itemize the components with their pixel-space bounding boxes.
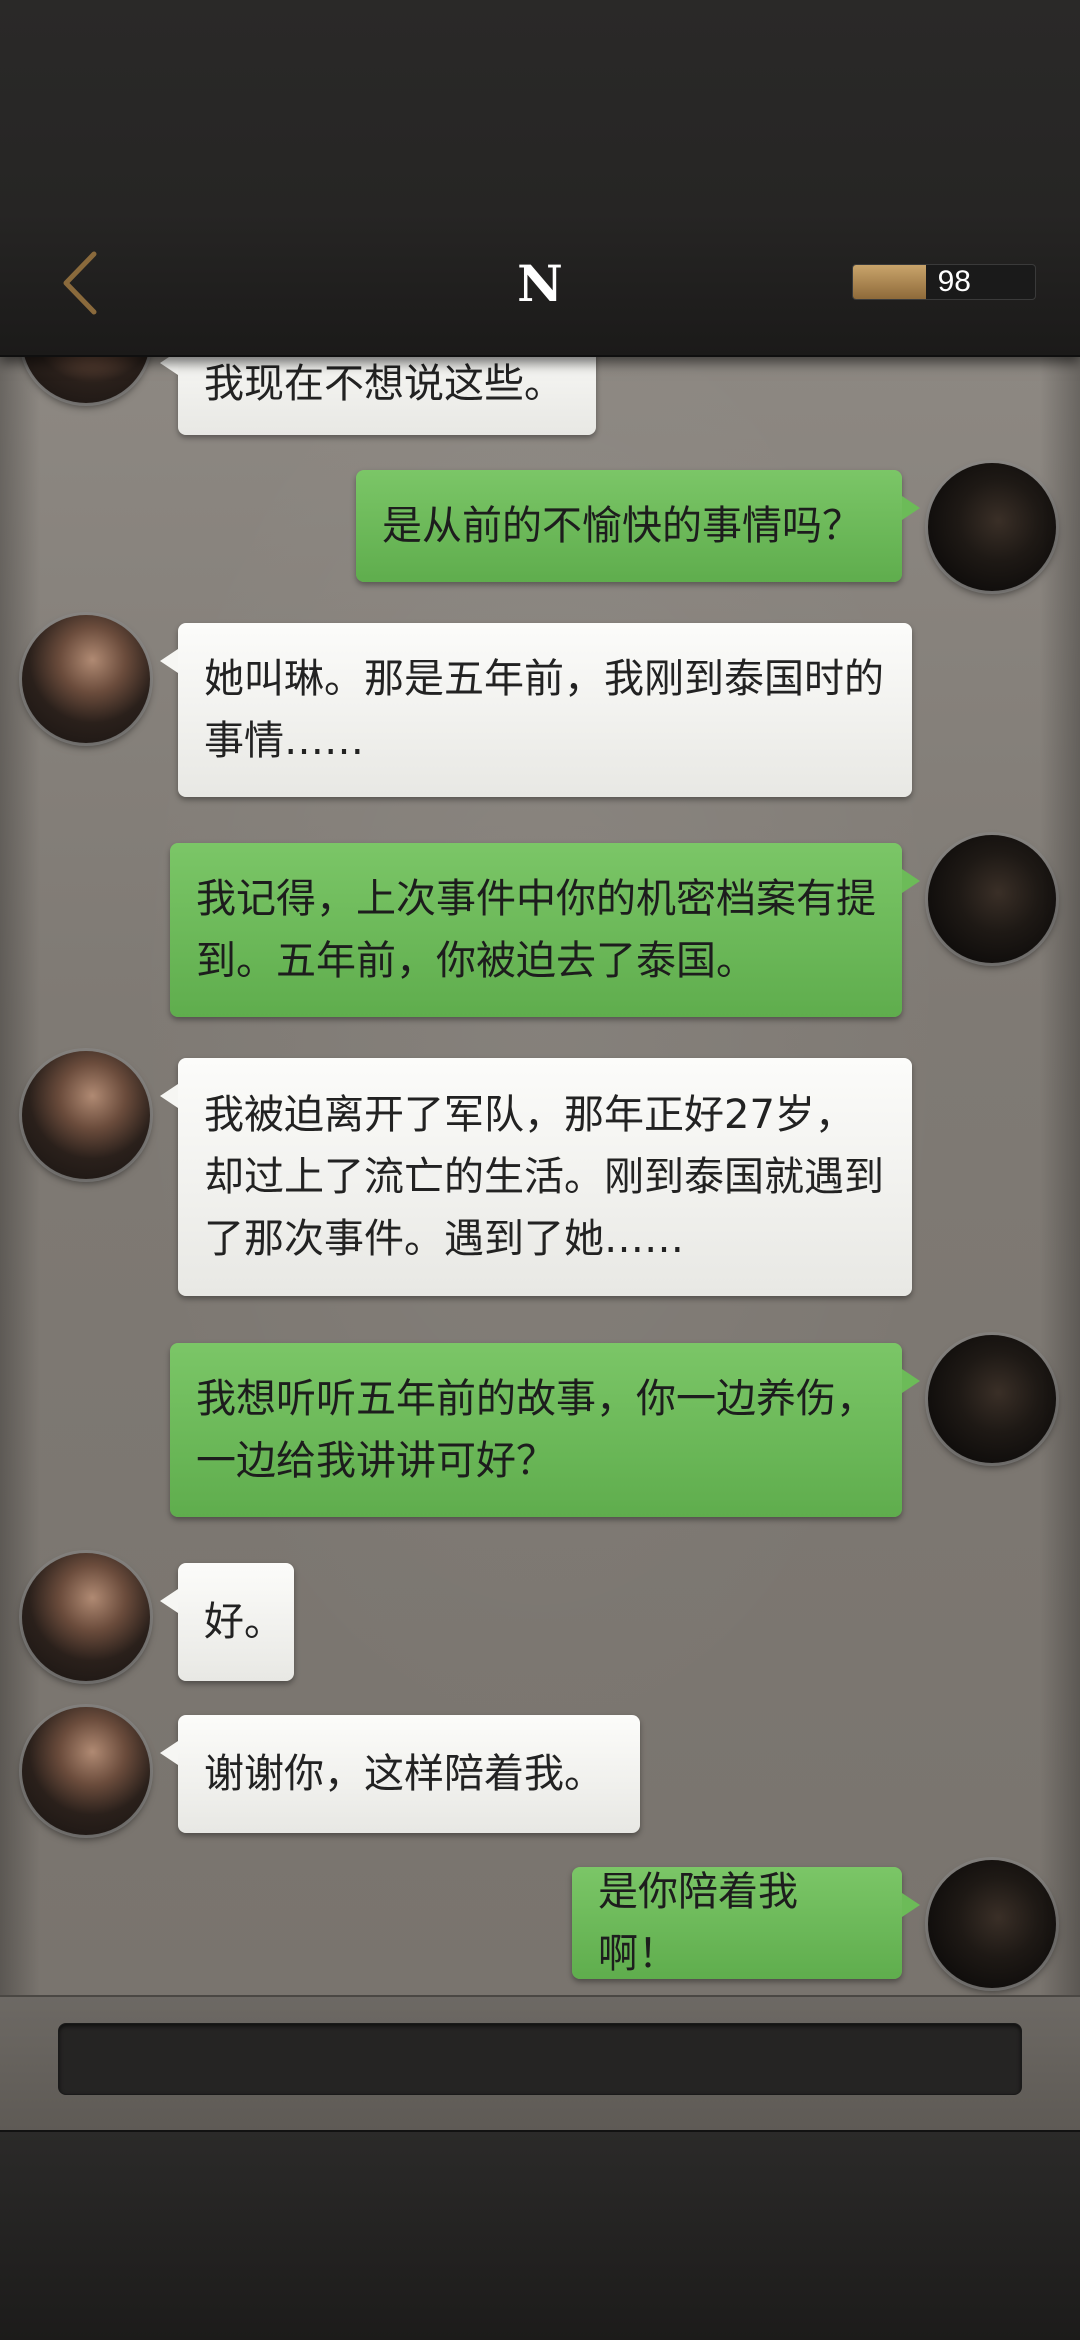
bottom-panel — [0, 2130, 1080, 2340]
player-avatar — [928, 463, 1056, 591]
npc-avatar — [22, 1553, 150, 1681]
header-bar: N 98 — [0, 0, 1080, 357]
message-input[interactable] — [58, 2023, 1022, 2095]
message-bubble-player: 我想听听五年前的故事，你一边养伤，一边给我讲讲可好？ — [170, 1343, 920, 1517]
message-bubble-player: 是从前的不愉快的事情吗？ — [356, 470, 920, 582]
message-bubble-player: 我记得，上次事件中你的机密档案有提到。五年前，你被迫去了泰国。 — [170, 843, 920, 1017]
npc-avatar — [22, 1707, 150, 1835]
player-avatar — [928, 835, 1056, 963]
message-bubble-npc: 好。 — [160, 1563, 294, 1681]
affection-meter: 98 — [852, 264, 1036, 300]
message-bubble-player: 是你陪着我啊！ — [572, 1867, 920, 1979]
npc-avatar — [22, 1051, 150, 1179]
message-bubble-npc: 我被迫离开了军队，那年正好27岁，却过上了流亡的生活。刚到泰国就遇到了那次事件。… — [160, 1058, 912, 1296]
player-avatar — [928, 1860, 1056, 1988]
affection-meter-value: 98 — [937, 265, 971, 298]
chat-screen: N 98 我现在不想说这些。 是从前的不愉快的事情吗？ 她叫琳。那是五年前，我刚… — [0, 0, 1080, 2340]
npc-avatar — [22, 355, 150, 403]
message-list[interactable]: 我现在不想说这些。 是从前的不愉快的事情吗？ 她叫琳。那是五年前，我刚到泰国时的… — [0, 355, 1080, 1995]
npc-avatar — [22, 615, 150, 743]
message-bubble-npc: 谢谢你，这样陪着我。 — [160, 1715, 640, 1833]
player-avatar — [928, 1335, 1056, 1463]
message-bubble-npc: 我现在不想说这些。 — [160, 355, 596, 435]
input-bar — [0, 1995, 1080, 2132]
message-bubble-npc: 她叫琳。那是五年前，我刚到泰国时的事情…… — [160, 623, 912, 797]
